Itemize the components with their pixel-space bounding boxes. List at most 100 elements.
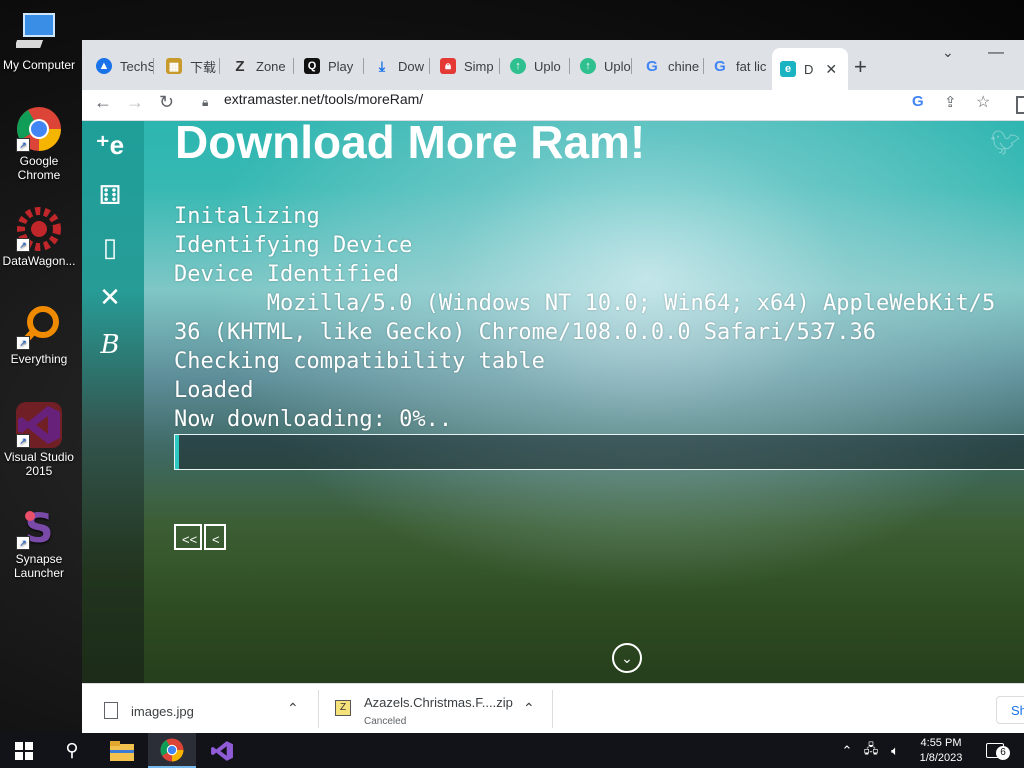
shortcut-arrow-icon: ↗ bbox=[16, 336, 30, 350]
tab-label: Uplo bbox=[534, 58, 561, 74]
tab-label: 下载 bbox=[190, 59, 217, 75]
download-status: Canceled bbox=[364, 716, 407, 727]
clock-time: 4:55 PM bbox=[920, 736, 962, 749]
extramaster-icon: e bbox=[780, 61, 796, 77]
computer-icon bbox=[14, 10, 62, 56]
phone-icon[interactable]: ▯ bbox=[94, 231, 126, 263]
shortcut-arrow-icon: ↗ bbox=[16, 536, 30, 550]
terminal-line: Device Identified bbox=[174, 262, 400, 287]
clock-date: 1/8/2023 bbox=[919, 751, 963, 764]
address-bar[interactable]: extramaster.net/tools/moreRam/ bbox=[224, 91, 423, 107]
dice-icon[interactable]: ⚅ bbox=[94, 179, 126, 211]
taskbar: ⚲ ⌃ 🖧︎ 🔈︎ 4:55 PM 1/8/2023 6 bbox=[0, 733, 1024, 768]
tab-label: TechS bbox=[120, 58, 154, 74]
download-site-icon: ▦ bbox=[166, 58, 182, 74]
tab-simp[interactable]: 🔒︎ Simp bbox=[440, 52, 500, 80]
previous-page-button[interactable]: < bbox=[204, 524, 226, 550]
clock[interactable]: 4:55 PM 1/8/2023 bbox=[910, 733, 972, 768]
desktop-icon-my-computer[interactable]: My Computer bbox=[2, 10, 76, 72]
terminal-line: Identifying Device bbox=[174, 233, 413, 258]
tab-download-site[interactable]: ▦ 下载 bbox=[166, 52, 220, 80]
blog-icon[interactable]: B bbox=[94, 329, 126, 361]
tab-play[interactable]: Q Play bbox=[304, 52, 364, 80]
start-button[interactable] bbox=[0, 733, 48, 768]
terminal-line: Now downloading: 0%.. bbox=[174, 407, 453, 432]
tab-label: Simp bbox=[464, 58, 494, 74]
site-sidebar: ⁺e ⚅ ▯ ✕ B bbox=[82, 121, 144, 683]
tab-label: Zone bbox=[256, 58, 286, 74]
windows-logo-icon bbox=[15, 741, 33, 760]
tab-upload-1[interactable]: ↑ Uplo bbox=[510, 52, 570, 80]
twitter-bird-icon[interactable]: 🐦︎ bbox=[990, 129, 1020, 158]
shortcut-arrow-icon: ↗ bbox=[16, 434, 30, 448]
datawagon-gear-icon: ↗ bbox=[16, 206, 62, 252]
network-icon[interactable]: 🖧︎ bbox=[860, 733, 882, 768]
tab-zone[interactable]: Z Zone bbox=[232, 52, 294, 80]
first-page-button[interactable]: << bbox=[174, 524, 202, 550]
chrome-taskbar-icon[interactable] bbox=[148, 733, 196, 768]
tab-extramaster-active[interactable]: e D ✕ bbox=[772, 48, 848, 90]
zip-file-icon: Z bbox=[335, 700, 351, 716]
visual-studio-taskbar-icon[interactable] bbox=[198, 733, 246, 768]
zone-icon: Z bbox=[235, 57, 245, 75]
new-tab-icon[interactable]: + bbox=[854, 54, 867, 80]
desktop-icon-synapse[interactable]: S ↗ Synapse Launcher bbox=[2, 504, 76, 580]
desktop-icon-label: Google Chrome bbox=[17, 154, 61, 182]
desktop-icon-datawagon[interactable]: ↗ DataWagon... bbox=[2, 206, 76, 268]
chrome-icon: ↗ bbox=[16, 106, 62, 152]
tab-download[interactable]: ⤓ Dow bbox=[374, 52, 430, 80]
download-item-azazels[interactable]: Z Azazels.Christmas.F....zip Canceled ⌃ bbox=[319, 684, 553, 733]
tab-chine[interactable]: G chine bbox=[644, 52, 704, 80]
download-item-images[interactable]: images.jpg ⌃ bbox=[82, 684, 319, 733]
chevron-up-tray-icon[interactable]: ⌃ bbox=[838, 733, 856, 768]
share-icon[interactable]: ⇪ bbox=[944, 93, 957, 111]
tab-upload-2[interactable]: ↑ Uplo bbox=[580, 52, 632, 80]
side-panel-icon[interactable] bbox=[1016, 96, 1024, 114]
chevron-up-icon[interactable]: ⌃ bbox=[523, 700, 535, 717]
tab-search-chevron-icon[interactable]: ⌄ bbox=[942, 44, 954, 61]
scroll-down-chevron-icon[interactable]: ⌄ bbox=[612, 643, 642, 673]
desktop-icon-visual-studio[interactable]: ↗ Visual Studio 2015 bbox=[2, 402, 76, 478]
tech-icon: ▲ bbox=[96, 58, 112, 74]
page-content: ⁺e ⚅ ▯ ✕ B Download More Ram! 🐦︎ Initali… bbox=[82, 121, 1024, 683]
reload-icon[interactable]: ↻ bbox=[159, 92, 174, 113]
lock-icon[interactable]: 🔒︎ bbox=[202, 95, 208, 110]
shortcut-arrow-icon: ↗ bbox=[16, 238, 30, 252]
tab-label: Play bbox=[328, 58, 354, 74]
terminal-line: 36 (KHTML, like Gecko) Chrome/108.0.0.0 … bbox=[174, 320, 876, 345]
tools-icon[interactable]: ✕ bbox=[94, 281, 126, 313]
file-explorer-icon[interactable] bbox=[98, 733, 146, 768]
file-icon bbox=[104, 702, 118, 719]
terminal-output: Initalizing Identifying Device Device Id… bbox=[174, 202, 995, 434]
tab-label: Dow bbox=[398, 58, 425, 74]
notification-center-icon[interactable]: 6 bbox=[978, 733, 1012, 768]
back-arrow-icon[interactable]: ← bbox=[94, 92, 112, 113]
terminal-line: Mozilla/5.0 (Windows NT 10.0; Win64; x64… bbox=[174, 291, 996, 316]
progress-fill bbox=[175, 435, 179, 469]
lock-icon: 🔒︎ bbox=[440, 58, 456, 74]
terminal-line: Loaded bbox=[174, 378, 254, 403]
google-lens-icon[interactable]: G bbox=[912, 93, 924, 110]
download-icon: ⤓ bbox=[378, 57, 386, 74]
tab-label: D bbox=[804, 61, 814, 77]
desktop-icon-label: DataWagon... bbox=[2, 254, 76, 268]
download-progress-bar bbox=[174, 434, 1024, 470]
extramaster-logo-icon[interactable]: ⁺e bbox=[94, 129, 126, 161]
download-filename: Azazels.Christmas.F....zip bbox=[364, 695, 513, 710]
synapse-icon: S ↗ bbox=[16, 504, 62, 552]
google-icon: G bbox=[714, 57, 726, 75]
tab-techs[interactable]: ▲ TechS bbox=[96, 52, 154, 80]
forward-arrow-icon[interactable]: → bbox=[126, 92, 144, 113]
bookmark-star-icon[interactable]: ☆ bbox=[976, 92, 990, 112]
tab-fat-lic[interactable]: G fat lic bbox=[712, 52, 770, 80]
show-all-downloads-button[interactable]: Sh bbox=[996, 696, 1024, 724]
volume-icon[interactable]: 🔈︎ bbox=[884, 733, 906, 768]
desktop-icon-google-chrome[interactable]: ↗ Google Chrome bbox=[2, 106, 76, 182]
close-tab-icon[interactable]: ✕ bbox=[825, 61, 837, 78]
tab-label: Uplo bbox=[604, 58, 631, 74]
chevron-up-icon[interactable]: ⌃ bbox=[287, 700, 299, 717]
minimize-window-icon[interactable]: — bbox=[988, 44, 1004, 62]
search-icon[interactable]: ⚲ bbox=[48, 733, 96, 768]
download-shelf: images.jpg ⌃ Z Azazels.Christmas.F....zi… bbox=[82, 683, 1024, 733]
desktop-icon-everything[interactable]: ↗ Everything bbox=[2, 304, 76, 366]
